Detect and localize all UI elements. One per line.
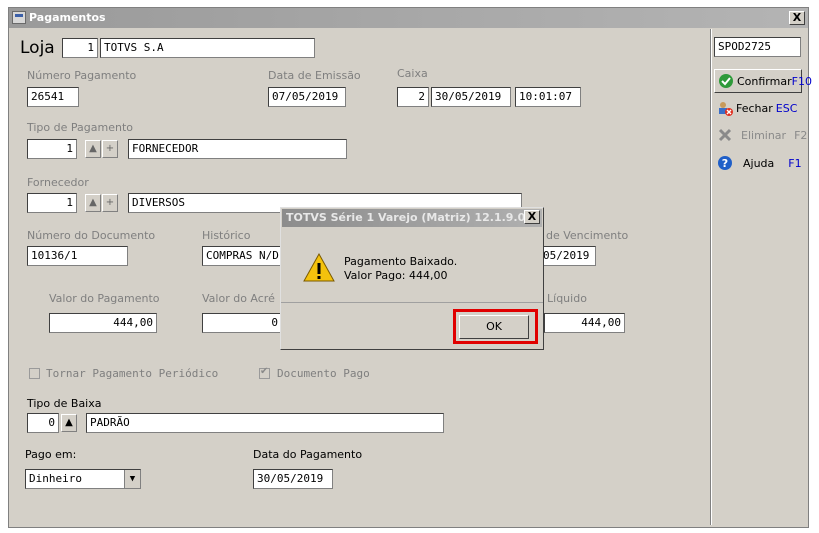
tipo-pagamento-up-button[interactable]: ▲: [85, 140, 101, 158]
caixa-date-field[interactable]: 30/05/2019: [431, 87, 511, 107]
data-vencimento-label: de Vencimento: [546, 229, 629, 242]
tipo-baixa-up-button[interactable]: ▲: [61, 414, 77, 432]
historico-field[interactable]: COMPRAS N/D: [202, 246, 282, 266]
caixa-label: Caixa: [397, 67, 428, 80]
window-titlebar: Pagamentos X: [9, 8, 808, 28]
tipo-pagamento-code-field[interactable]: 1: [27, 139, 77, 159]
dialog-message-line1: Pagamento Baixado.: [344, 255, 458, 268]
ajuda-key: F1: [788, 156, 802, 170]
fornecedor-add-button[interactable]: +: [102, 194, 118, 212]
window-close-button[interactable]: X: [789, 11, 805, 25]
caixa-time-field[interactable]: 10:01:07: [515, 87, 581, 107]
valor-acrescimo-field[interactable]: 0: [202, 313, 282, 333]
valor-liquido-label: r Líquido: [539, 292, 587, 305]
fornecedor-label: Fornecedor: [27, 176, 89, 189]
ajuda-label: Ajuda: [743, 156, 775, 170]
pago-em-label: Pago em:: [25, 448, 77, 461]
dialog-title: TOTVS Série 1 Varejo (Matriz) 12.1.9.09: [286, 211, 533, 224]
eliminar-key: F2: [794, 128, 808, 142]
plus-icon: +: [105, 143, 115, 154]
arrow-up-icon: ▲: [89, 197, 97, 208]
data-pagamento-label: Data do Pagamento: [253, 448, 363, 461]
ok-button[interactable]: OK: [459, 315, 529, 339]
caixa-number-field[interactable]: 2: [397, 87, 429, 107]
terminal-field: SPOD2725: [714, 37, 801, 57]
arrow-up-icon: ▲: [65, 417, 73, 428]
help-icon: ?: [717, 155, 733, 171]
sidebar-separator: [710, 29, 712, 525]
pago-em-select[interactable]: Dinheiro ▼: [25, 469, 141, 489]
delete-x-icon: [717, 127, 733, 143]
historico-label: Histórico: [202, 229, 251, 242]
dialog-divider: [281, 302, 543, 303]
tipo-pagamento-label: Tipo de Pagamento: [27, 121, 133, 134]
tornar-periodico-checkbox[interactable]: [29, 368, 40, 379]
arrow-up-icon: ▲: [89, 143, 97, 154]
eliminar-button[interactable]: Eliminar F2: [714, 123, 807, 147]
documento-pago-checkbox[interactable]: [259, 366, 270, 379]
valor-acrescimo-label: Valor do Acré: [202, 292, 275, 305]
chevron-down-icon[interactable]: ▼: [124, 470, 140, 488]
dialog-close-button[interactable]: X: [524, 210, 540, 224]
pago-em-value: Dinheiro: [29, 472, 82, 485]
svg-text:?: ?: [722, 157, 728, 170]
fechar-key: ESC: [775, 101, 798, 115]
loja-code-field[interactable]: 1: [62, 38, 98, 58]
eliminar-label: Eliminar: [741, 128, 787, 142]
numero-pagamento-label: Número Pagamento: [27, 69, 137, 82]
numero-pagamento-field[interactable]: 26541: [27, 87, 79, 107]
data-vencimento-field[interactable]: 05/2019: [539, 246, 596, 266]
data-emissao-label: Data de Emissão: [268, 69, 361, 82]
dialog-message-line2: Valor Pago: 444,00: [344, 269, 448, 282]
data-pagamento-field[interactable]: 30/05/2019: [253, 469, 333, 489]
loja-name-field[interactable]: TOTVS S.A: [100, 38, 315, 58]
fornecedor-up-button[interactable]: ▲: [85, 194, 101, 212]
ajuda-button[interactable]: ? Ajuda F1: [714, 151, 802, 175]
numero-documento-field[interactable]: 10136/1: [27, 246, 128, 266]
app-icon: [12, 11, 26, 24]
valor-liquido-field[interactable]: 444,00: [544, 313, 625, 333]
window-title: Pagamentos: [29, 11, 106, 24]
confirmar-key: F10: [791, 74, 812, 88]
message-dialog: TOTVS Série 1 Varejo (Matriz) 12.1.9.09 …: [280, 207, 544, 350]
tipo-baixa-code-field[interactable]: 0: [27, 413, 59, 433]
fornecedor-code-field[interactable]: 1: [27, 193, 77, 213]
fechar-label: Fechar: [736, 101, 773, 115]
tipo-pagamento-add-button[interactable]: +: [102, 140, 118, 158]
valor-pagamento-label: Valor do Pagamento: [49, 292, 160, 305]
loja-label: Loja: [20, 38, 55, 58]
confirmar-button[interactable]: Confirmar F10: [714, 69, 812, 93]
tipo-pagamento-field[interactable]: FORNECEDOR: [128, 139, 347, 159]
tornar-periodico-label: Tornar Pagamento Periódico: [46, 367, 219, 380]
data-emissao-field[interactable]: 07/05/2019: [268, 87, 346, 107]
close-user-icon: [717, 100, 733, 116]
valor-pagamento-field[interactable]: 444,00: [49, 313, 157, 333]
check-circle-icon: [718, 73, 734, 89]
tipo-baixa-field[interactable]: PADRÃO: [86, 413, 444, 433]
documento-pago-label: Documento Pago: [277, 367, 370, 380]
numero-documento-label: Número do Documento: [27, 229, 156, 242]
confirmar-label: Confirmar: [737, 74, 792, 88]
fechar-button[interactable]: Fechar ESC: [714, 96, 802, 120]
tipo-baixa-label: Tipo de Baixa: [27, 397, 102, 410]
dialog-titlebar: TOTVS Série 1 Varejo (Matriz) 12.1.9.09 …: [282, 209, 542, 227]
warning-icon: [303, 252, 335, 284]
plus-icon: +: [105, 197, 115, 208]
